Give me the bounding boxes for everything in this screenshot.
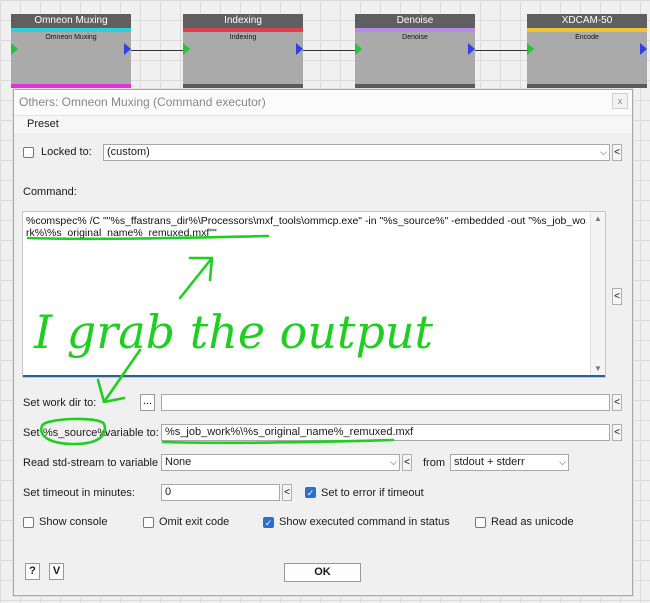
menu-item-preset[interactable]: Preset	[27, 118, 59, 130]
help-button[interactable]: ?	[25, 563, 40, 580]
command-textarea[interactable]: %comspec% /C ""%s_ffastrans_dir%\Process…	[22, 211, 606, 378]
setvar-side-button[interactable]: <	[612, 424, 622, 441]
node-subtitle: Omneon Muxing	[45, 34, 97, 41]
node-subtitle: Denoise	[402, 34, 428, 41]
output-port-icon[interactable]	[296, 43, 303, 55]
timeout-input[interactable]: 0	[161, 484, 280, 501]
node-bottom-bar	[355, 84, 475, 88]
node-xdcam-50[interactable]: XDCAM-50 Encode	[527, 14, 647, 88]
node-title: Indexing	[183, 14, 303, 28]
command-label: Command:	[23, 186, 77, 198]
chevron-down-icon: ⌵	[600, 147, 607, 157]
timeout-error-label: Set to error if timeout	[321, 487, 424, 499]
workdir-label: Set work dir to:	[23, 397, 97, 409]
timeout-label: Set timeout in minutes:	[23, 487, 135, 499]
output-port-icon[interactable]	[468, 43, 475, 55]
command-side-button[interactable]: <	[612, 288, 622, 305]
node-subtitle: Encode	[575, 34, 599, 41]
command-scrollbar[interactable]: ▲ ▼	[590, 212, 605, 375]
command-executor-dialog: Others: Omneon Muxing (Command executor)…	[13, 89, 633, 596]
stdstream-side-button[interactable]: <	[402, 454, 412, 471]
stdstream-from-value: stdout + stderr	[454, 456, 525, 468]
stdstream-value: None	[165, 456, 192, 468]
dialog-body: Locked to: (custom) ⌵ < Command: %comspe…	[14, 133, 632, 595]
output-port-icon[interactable]	[640, 43, 647, 55]
node-subtitle: Indexing	[229, 34, 257, 41]
node-title: Omneon Muxing	[11, 14, 131, 28]
read-unicode-checkbox[interactable]	[475, 517, 486, 528]
workdir-browse-button[interactable]: ...	[140, 394, 155, 411]
node-denoise[interactable]: Denoise Denoise	[355, 14, 475, 88]
dialog-title: Others: Omneon Muxing (Command executor)	[19, 95, 266, 109]
setvar-input[interactable]: %s_job_work%\%s_original_name%_remuxed.m…	[161, 424, 610, 441]
stdstream-from-combo[interactable]: stdout + stderr ⌵	[450, 454, 569, 471]
output-port-icon[interactable]	[124, 43, 131, 55]
command-text: %comspec% /C ""%s_ffastrans_dir%\Process…	[26, 215, 586, 239]
ok-button[interactable]: OK	[284, 563, 361, 582]
workdir-input[interactable]	[161, 394, 610, 411]
input-port-icon[interactable]	[183, 43, 190, 55]
node-color-bar	[11, 28, 131, 32]
stdstream-from-label: from	[423, 457, 445, 469]
locked-value: (custom)	[107, 146, 150, 158]
chevron-down-icon: ⌵	[559, 457, 566, 467]
input-port-icon[interactable]	[527, 43, 534, 55]
node-title: Denoise	[355, 14, 475, 28]
node-indexing[interactable]: Indexing Indexing	[183, 14, 303, 88]
scroll-up-icon[interactable]: ▲	[594, 214, 602, 223]
node-bottom-bar	[527, 84, 647, 88]
show-console-checkbox[interactable]	[23, 517, 34, 528]
show-command-label: Show executed command in status	[279, 516, 450, 528]
timeout-error-checkbox[interactable]: ✓	[305, 487, 316, 498]
read-unicode-label: Read as unicode	[491, 516, 574, 528]
stdstream-label: Read std-stream to variable	[23, 457, 159, 469]
node-color-bar	[183, 28, 303, 32]
chevron-down-icon: ⌵	[390, 457, 397, 467]
locked-combo[interactable]: (custom) ⌵	[103, 144, 610, 161]
stdstream-combo[interactable]: None ⌵	[161, 454, 400, 471]
node-selection-bar	[11, 84, 131, 88]
version-button[interactable]: V	[49, 563, 64, 580]
node-color-bar	[527, 28, 647, 32]
node-color-bar	[355, 28, 475, 32]
node-bottom-bar	[183, 84, 303, 88]
show-console-label: Show console	[39, 516, 108, 528]
connection-wire	[131, 50, 183, 51]
show-command-checkbox[interactable]: ✓	[263, 517, 274, 528]
workdir-side-button[interactable]: <	[612, 394, 622, 411]
close-button[interactable]: x	[612, 93, 628, 109]
setvar-variable[interactable]: %s_source%	[43, 427, 107, 439]
locked-label: Locked to:	[41, 146, 92, 158]
timeout-side-button[interactable]: <	[282, 484, 292, 501]
focus-underline	[23, 375, 605, 377]
node-title: XDCAM-50	[527, 14, 647, 28]
connection-wire	[303, 50, 355, 51]
setvar-suffix: variable to:	[105, 427, 159, 439]
omit-exit-code-checkbox[interactable]	[143, 517, 154, 528]
scroll-down-icon[interactable]: ▼	[594, 364, 602, 373]
node-omneon-muxing[interactable]: Omneon Muxing Omneon Muxing	[11, 14, 131, 88]
menu-bar: Preset	[14, 115, 632, 134]
input-port-icon[interactable]	[355, 43, 362, 55]
input-port-icon[interactable]	[11, 43, 18, 55]
locked-checkbox[interactable]	[23, 147, 34, 158]
setvar-prefix: Set	[23, 427, 40, 439]
omit-exit-code-label: Omit exit code	[159, 516, 230, 528]
locked-side-button[interactable]: <	[612, 144, 622, 161]
connection-wire	[475, 50, 527, 51]
